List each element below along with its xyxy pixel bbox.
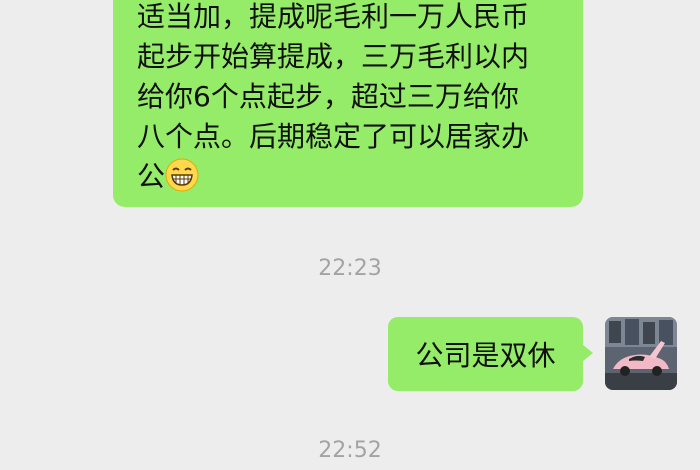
grinning-face-icon — [165, 158, 199, 192]
message-line: 八个点。后期稳定了可以居家办 — [137, 120, 530, 153]
timestamp: 22:52 — [318, 438, 382, 463]
bubble-tail — [582, 344, 593, 362]
message-line-last: 公 — [137, 157, 563, 197]
car-avatar-image — [605, 317, 677, 390]
avatar[interactable] — [605, 317, 677, 390]
timestamp: 22:23 — [318, 256, 382, 281]
received-message-bubble[interactable]: 适当加，提成呢毛利一万人民币 起步开始算提成，三万毛利以内 给你6个点起步，超过… — [113, 0, 583, 207]
message-line: 适当加，提成呢毛利一万人民币 — [137, 0, 530, 33]
sent-message-text: 公司是双休 — [415, 339, 556, 372]
message-line: 起步开始算提成，三万毛利以内 — [137, 40, 530, 73]
sent-message-bubble[interactable]: 公司是双休 — [388, 317, 583, 391]
message-line: 给你6个点起步，超过三万给你 — [137, 80, 519, 113]
